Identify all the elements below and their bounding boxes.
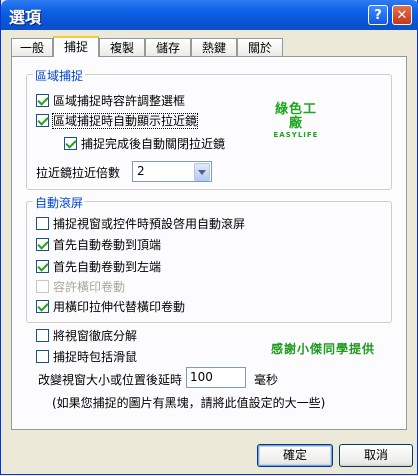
resize-selection-option[interactable]: 區域捕捉時容許調整選框 (36, 93, 185, 109)
tab-about[interactable]: 關於 (237, 38, 283, 56)
scroll-left-checkbox[interactable] (36, 260, 49, 273)
resize-selection-checkbox[interactable] (36, 94, 49, 107)
auto-scroll-title: 自動滾屏 (33, 194, 86, 211)
horizontal-scroll-label: 容許橫印卷動 (53, 280, 126, 294)
resize-selection-label: 區域捕捉時容許調整選框 (53, 94, 186, 108)
brand-en: EASYLIFE (273, 131, 319, 139)
scroll-top-checkbox[interactable] (36, 238, 49, 251)
zoom-factor-select[interactable]: 2 (132, 161, 212, 182)
show-magnifier-label: 區域捕捉時自動顯示拉近鏡 (51, 113, 199, 129)
decompose-window-option[interactable]: 將視窗徹底分解 (36, 328, 137, 344)
default-scroll-checkbox[interactable] (36, 217, 49, 230)
ok-button[interactable]: 確定 (257, 444, 333, 467)
include-cursor-option[interactable]: 捕捉時包括滑鼠 (36, 349, 137, 365)
help-button[interactable]: ? (368, 5, 388, 25)
chevron-down-icon[interactable] (194, 163, 210, 181)
window-title: 選項 (9, 8, 42, 27)
scroll-left-option[interactable]: 首先自動卷動到左端 (36, 259, 161, 275)
delay-note: (如果您捕捉的圖片有黑塊，請將此值設定的大一些) (52, 396, 326, 410)
close-magnifier-checkbox[interactable] (64, 137, 77, 150)
delay-input[interactable]: 100 (186, 367, 246, 388)
print-extend-option[interactable]: 用橫印拉伸代替橫印卷動 (36, 299, 185, 315)
print-extend-checkbox[interactable] (36, 300, 49, 313)
delay-label: 改變視窗大小或位置後延時 (38, 373, 183, 387)
tab-capture[interactable]: 捕捉 (53, 36, 99, 57)
close-button[interactable]: ✕ (392, 5, 412, 25)
horizontal-scroll-checkbox (36, 280, 49, 293)
zoom-factor-value: 2 (137, 164, 145, 178)
close-magnifier-option[interactable]: 捕捉完成後自動關閉拉近鏡 (64, 136, 225, 152)
show-magnifier-option[interactable]: 區域捕捉時自動顯示拉近鏡 (36, 113, 199, 129)
horizontal-scroll-option: 容許橫印卷動 (36, 279, 125, 295)
zoom-factor-label: 拉近鏡拉近倍數 (36, 166, 121, 180)
delay-unit: 毫秒 (254, 373, 279, 387)
scroll-top-option[interactable]: 首先自動卷動到頂端 (36, 237, 161, 253)
decompose-window-label: 將視窗徹底分解 (53, 329, 138, 343)
show-magnifier-checkbox[interactable] (36, 114, 49, 127)
tab-copy[interactable]: 複製 (99, 38, 145, 56)
default-scroll-option[interactable]: 捕捉視窗或控件時預設啓用自動滾屏 (36, 216, 245, 232)
tab-save[interactable]: 儲存 (145, 38, 191, 56)
tab-general[interactable]: 一般 (11, 38, 53, 56)
title-bar[interactable]: 選項 ? ✕ (1, 0, 418, 30)
include-cursor-checkbox[interactable] (36, 350, 49, 363)
tab-hotkeys[interactable]: 熱鍵 (191, 38, 237, 56)
thanks-note: 感謝小傑同學提供 (271, 342, 376, 356)
options-dialog: 選項 ? ✕ 一般 捕捉 複製 儲存 熱鍵 關於 區域捕捉 區域捕捉時容許調整選… (0, 0, 418, 475)
print-extend-label: 用橫印拉伸代替橫印卷動 (53, 300, 186, 314)
capture-panel: 區域捕捉 區域捕捉時容許調整選框 區域捕捉時自動顯示拉近鏡 捕捉完成後自動關閉拉… (11, 56, 407, 430)
cancel-button[interactable]: 取消 (339, 444, 413, 467)
decompose-window-checkbox[interactable] (36, 329, 49, 342)
region-capture-title: 區域捕捉 (33, 67, 86, 84)
scroll-top-label: 首先自動卷動到頂端 (53, 238, 162, 252)
scroll-left-label: 首先自動卷動到左端 (53, 260, 162, 274)
default-scroll-label: 捕捉視窗或控件時預設啓用自動滾屏 (53, 217, 246, 231)
easylife-logo: 綠色工廠 EASYLIFE (269, 102, 323, 140)
include-cursor-label: 捕捉時包括滑鼠 (53, 350, 138, 364)
close-magnifier-label: 捕捉完成後自動關閉拉近鏡 (81, 137, 226, 151)
brand-cn: 綠色工廠 (274, 102, 317, 131)
